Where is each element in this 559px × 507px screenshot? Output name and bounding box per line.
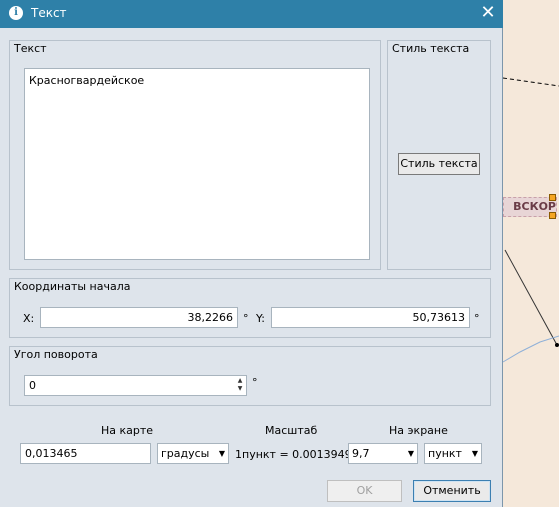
text-content-field[interactable]: Красногвардейское (24, 68, 370, 260)
y-unit: ° (474, 312, 480, 325)
text-dialog: i Текст ✕ Текст Красногвардейское Стиль … (0, 0, 503, 507)
screen-size-header: На экране (389, 424, 448, 437)
map-size-input[interactable]: 0,013465 (20, 443, 151, 464)
text-style-group-title: Стиль текста (391, 42, 471, 55)
screen-unit-value: пункт (428, 447, 462, 460)
chevron-down-icon: ▼ (218, 449, 225, 458)
rotation-spinbox[interactable]: 0 ▲ ▼ (24, 375, 247, 396)
rotation-value: 0 (29, 379, 36, 392)
y-label: Y: (256, 312, 265, 325)
screen-size-value: 9,7 (352, 447, 370, 460)
title-bar[interactable]: i Текст ✕ (0, 0, 503, 28)
close-button[interactable]: ✕ (473, 0, 503, 28)
rotation-unit: ° (252, 376, 258, 389)
map-unit-value: градусы (161, 447, 210, 460)
map-size-header: На карте (101, 424, 154, 437)
map-unit-select[interactable]: градусы ▼ (157, 443, 229, 464)
text-group-title: Текст (13, 42, 48, 55)
x-coordinate-input[interactable]: 38,2266 (40, 307, 238, 328)
window-title: Текст (31, 6, 67, 20)
text-style-button[interactable]: Стиль текста (398, 153, 480, 175)
selection-handle[interactable] (549, 194, 556, 201)
info-icon: i (9, 6, 23, 20)
scale-text: 1пункт = 0.0013949° (235, 448, 358, 461)
scale-header: Масштаб (265, 424, 318, 437)
cancel-button[interactable]: Отменить (413, 480, 491, 502)
ok-button[interactable]: OK (327, 480, 402, 502)
chevron-down-icon: ▼ (471, 449, 478, 458)
selection-handle[interactable] (549, 212, 556, 219)
rotation-group-title: Угол поворота (13, 348, 99, 361)
chevron-down-icon: ▼ (407, 449, 414, 458)
y-coordinate-input[interactable]: 50,73613 (271, 307, 470, 328)
screen-size-select[interactable]: 9,7 ▼ (348, 443, 418, 464)
screen-unit-select[interactable]: пункт ▼ (424, 443, 482, 464)
x-unit: ° (243, 312, 249, 325)
spin-arrows-icon[interactable]: ▲ ▼ (236, 377, 244, 393)
x-label: X: (23, 312, 35, 325)
coords-group-title: Координаты начала (13, 280, 132, 293)
